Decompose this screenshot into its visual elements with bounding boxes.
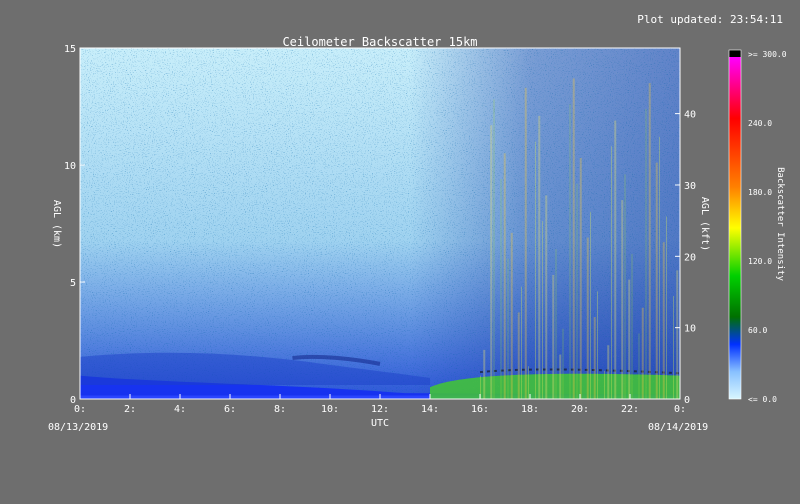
y-tick-right-label: 20 bbox=[684, 252, 696, 263]
colorbar-gradient bbox=[729, 57, 741, 399]
colorbar-tick-label: <= 0.0 bbox=[748, 395, 777, 404]
y-tick-right-label: 10 bbox=[684, 324, 696, 335]
ceilometer-chart: Plot updated: 23:54:11 Ceilometer Backsc… bbox=[48, 13, 787, 433]
x-tick-label: 12: bbox=[371, 404, 389, 415]
x-tick-label: 4: bbox=[174, 404, 186, 415]
x-tick-label: 2: bbox=[124, 404, 136, 415]
heatmap-area bbox=[80, 48, 680, 399]
date-end-label: 08/14/2019 bbox=[648, 422, 708, 433]
colorbar-tick-label: 60.0 bbox=[748, 326, 767, 335]
y-tick-left-label: 0 bbox=[70, 395, 76, 406]
colorbar-tick-label: 240.0 bbox=[748, 119, 772, 128]
x-tick-label: 14: bbox=[421, 404, 439, 415]
colorbar-label: Backscatter Intensity bbox=[775, 167, 785, 281]
y-tick-right-label: 0 bbox=[684, 395, 690, 406]
y-tick-left-label: 15 bbox=[64, 44, 76, 55]
colorbar-tick-label: >= 300.0 bbox=[748, 50, 787, 59]
colorbar-tick-label: 120.0 bbox=[748, 257, 772, 266]
colorbar: >= 300.0 240.0 180.0 120.0 60.0 <= 0.0 Backsc… bbox=[728, 49, 787, 404]
x-tick-label: 18: bbox=[521, 404, 539, 415]
x-tick-label: 6: bbox=[224, 404, 236, 415]
date-start-label: 08/13/2019 bbox=[48, 422, 108, 433]
y-tick-right-label: 40 bbox=[684, 110, 696, 121]
y-tick-left-label: 5 bbox=[70, 278, 76, 289]
colorbar-max-cap bbox=[729, 50, 741, 57]
colorbar-tick-label: 180.0 bbox=[748, 188, 772, 197]
y-axis-left-label: AGL (km) bbox=[51, 200, 62, 248]
x-axis-label: UTC bbox=[371, 418, 389, 429]
plot-updated-label: Plot updated: 23:54:11 bbox=[637, 13, 783, 26]
x-tick-label: 8: bbox=[274, 404, 286, 415]
y-tick-left-label: 10 bbox=[64, 161, 76, 172]
x-tick-label: 22: bbox=[621, 404, 639, 415]
x-tick-label: 16: bbox=[471, 404, 489, 415]
chart-container: Plot updated: 23:54:11 Ceilometer Backsc… bbox=[0, 0, 800, 500]
heatmap-speckle-bright bbox=[470, 48, 680, 388]
x-tick-label: 20: bbox=[571, 404, 589, 415]
y-axis-right-label: AGL (kft) bbox=[699, 197, 710, 251]
chart-title: Ceilometer Backscatter 15km bbox=[282, 35, 477, 49]
y-tick-right-label: 30 bbox=[684, 181, 696, 192]
x-tick-label: 10: bbox=[321, 404, 339, 415]
